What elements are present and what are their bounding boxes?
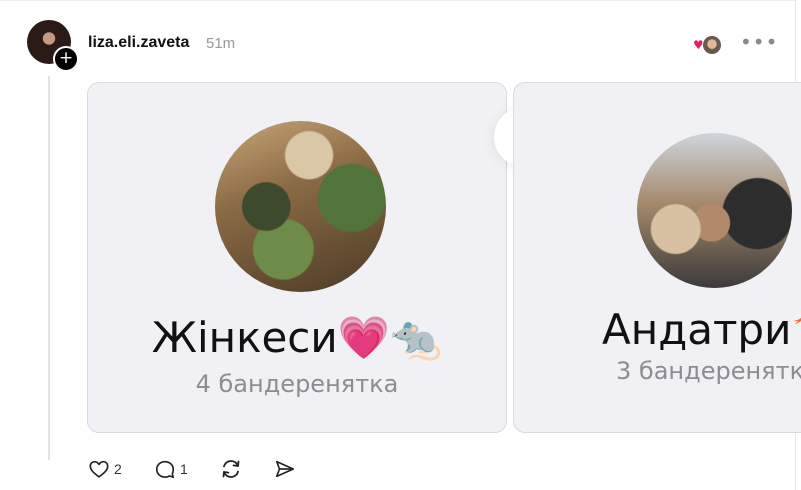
profile-card-2[interactable]: Андатри🐍 3 бандеренятка [513, 82, 801, 433]
send-icon [275, 460, 295, 478]
group-photo [637, 133, 792, 288]
share-button[interactable] [274, 457, 296, 481]
profile-card-1[interactable]: Жінкеси💗🐀 4 бандеренятка [87, 82, 507, 433]
heart-icon [89, 460, 109, 478]
card-subtitle: 4 бандеренятка [195, 370, 399, 398]
like-button[interactable]: 2 [88, 457, 122, 481]
reactors-preview[interactable]: ♥ [693, 35, 723, 55]
group-photo [215, 121, 386, 292]
reply-count: 1 [180, 461, 188, 477]
top-border [0, 0, 796, 1]
repost-icon [222, 460, 240, 478]
post-timestamp[interactable]: 51m [206, 35, 235, 52]
follow-plus-icon[interactable]: + [53, 46, 79, 72]
card-title: Андатри🐍 [602, 305, 801, 354]
reply-button[interactable]: 1 [154, 457, 188, 481]
author-username[interactable]: liza.eli.zaveta [88, 34, 189, 52]
thread-line [48, 76, 50, 460]
comment-icon [155, 460, 175, 479]
repost-button[interactable] [219, 457, 243, 481]
card-subtitle: 3 бандеренятка [616, 357, 801, 385]
reactor-avatar [702, 35, 722, 55]
more-options-icon[interactable]: ••• [740, 30, 778, 54]
card-title: Жінкеси💗🐀 [151, 313, 443, 362]
like-count: 2 [114, 461, 122, 477]
